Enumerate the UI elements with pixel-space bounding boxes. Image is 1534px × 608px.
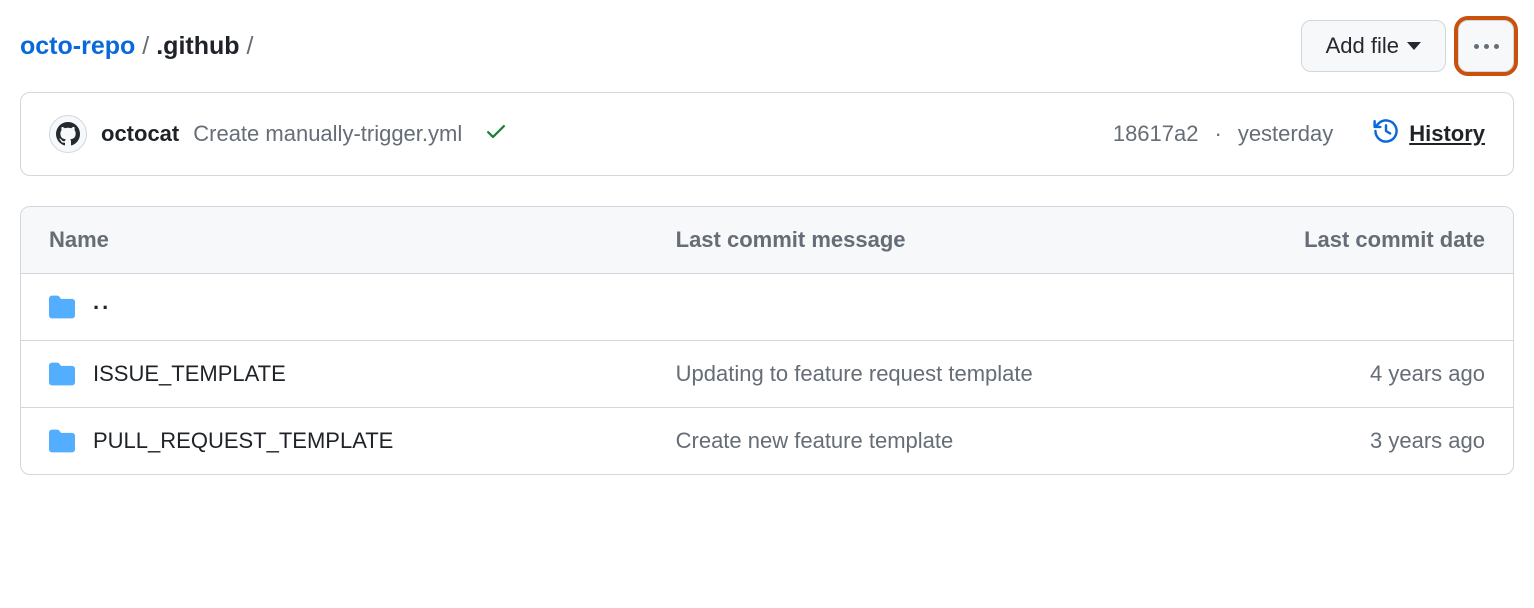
octocat-icon xyxy=(56,122,80,146)
breadcrumb-separator: / xyxy=(138,32,153,61)
file-table: Name Last commit message Last commit dat… xyxy=(21,207,1513,474)
table-row[interactable]: PULL_REQUEST_TEMPLATE Create new feature … xyxy=(21,408,1513,475)
file-name-cell: ISSUE_TEMPLATE xyxy=(49,361,620,387)
top-bar: octo-repo / .github / Add file xyxy=(20,20,1514,72)
folder-icon xyxy=(49,361,75,387)
check-icon[interactable] xyxy=(484,119,508,149)
parent-directory-link[interactable]: .. xyxy=(93,298,111,317)
folder-name[interactable]: ISSUE_TEMPLATE xyxy=(93,361,286,387)
commit-relative-time: yesterday xyxy=(1238,121,1333,147)
commit-message-cell[interactable]: Updating to feature request template xyxy=(648,341,1245,408)
file-name-cell: .. xyxy=(49,294,620,320)
avatar[interactable] xyxy=(49,115,87,153)
table-row[interactable]: ISSUE_TEMPLATE Updating to feature reques… xyxy=(21,341,1513,408)
add-file-button[interactable]: Add file xyxy=(1301,20,1446,72)
commit-message-cell xyxy=(648,274,1245,341)
file-table-container: Name Last commit message Last commit dat… xyxy=(20,206,1514,475)
folder-name[interactable]: PULL_REQUEST_TEMPLATE xyxy=(93,428,393,454)
history-icon xyxy=(1373,118,1399,150)
more-options-button[interactable] xyxy=(1458,20,1514,72)
caret-down-icon xyxy=(1407,42,1421,50)
folder-icon xyxy=(49,294,75,320)
breadcrumb-current: .github xyxy=(156,32,239,61)
commit-sha[interactable]: 18617a2 xyxy=(1113,121,1199,147)
latest-commit-box: octocat Create manually-trigger.yml 1861… xyxy=(20,92,1514,176)
commit-date-cell: 4 years ago xyxy=(1244,341,1513,408)
column-header-message: Last commit message xyxy=(648,207,1245,274)
history-link[interactable]: History xyxy=(1373,118,1485,150)
column-header-date: Last commit date xyxy=(1244,207,1513,274)
commit-message-cell[interactable]: Create new feature template xyxy=(648,408,1245,475)
breadcrumb-repo-link[interactable]: octo-repo xyxy=(20,32,135,61)
history-label: History xyxy=(1409,121,1485,147)
dot-separator: · xyxy=(1212,121,1223,147)
actions-group: Add file xyxy=(1301,20,1514,72)
add-file-label: Add file xyxy=(1326,33,1399,59)
commit-message[interactable]: Create manually-trigger.yml xyxy=(193,121,462,147)
kebab-icon xyxy=(1474,44,1499,49)
file-name-cell: PULL_REQUEST_TEMPLATE xyxy=(49,428,620,454)
column-header-name: Name xyxy=(21,207,648,274)
breadcrumb: octo-repo / .github / xyxy=(20,32,258,61)
commit-date-cell xyxy=(1244,274,1513,341)
table-row[interactable]: .. xyxy=(21,274,1513,341)
folder-icon xyxy=(49,428,75,454)
breadcrumb-separator-trailing: / xyxy=(243,32,258,61)
commit-author[interactable]: octocat xyxy=(101,121,179,147)
commit-date-cell: 3 years ago xyxy=(1244,408,1513,475)
